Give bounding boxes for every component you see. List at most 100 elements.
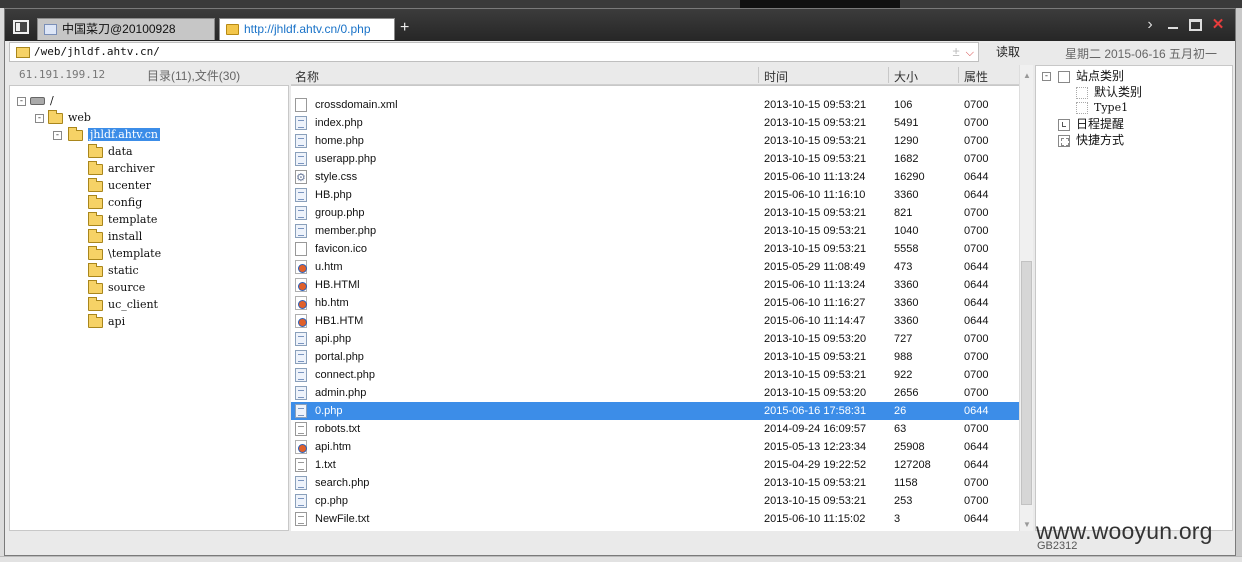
- file-row[interactable]: robots.txt 2014-09-24 16:09:57 63 0700: [291, 420, 1019, 438]
- collapse-toggle[interactable]: -: [53, 131, 62, 140]
- file-row[interactable]: api.htm 2015-05-13 12:23:34 25908 0644: [291, 438, 1019, 456]
- type1-node[interactable]: Type1: [1076, 100, 1128, 116]
- scroll-thumb[interactable]: [1021, 261, 1032, 505]
- file-row[interactable]: favicon.ico 2013-10-15 09:53:21 5558 0700: [291, 240, 1019, 258]
- file-row[interactable]: crossdomain.xml 2013-10-15 09:53:21 106 070…: [291, 96, 1019, 114]
- column-header-time[interactable]: 时间: [764, 68, 788, 85]
- tree-node-folder[interactable]: template: [88, 211, 157, 228]
- close-button[interactable]: ✕: [1211, 17, 1225, 32]
- tree-node-folder[interactable]: config: [88, 194, 142, 211]
- file-name: favicon.ico: [315, 243, 367, 255]
- read-button[interactable]: 读取: [985, 42, 1031, 62]
- file-row[interactable]: admin.php 2013-10-15 09:53:20 2656 0700: [291, 384, 1019, 402]
- tab-home[interactable]: 中国菜刀@20100928: [37, 18, 215, 40]
- tree-node-web[interactable]: web: [48, 109, 91, 126]
- file-row[interactable]: userapp.php 2013-10-15 09:53:21 1682 0700: [291, 150, 1019, 168]
- file-row[interactable]: HB1.HTM 2015-06-10 11:14:47 3360 0644: [291, 312, 1019, 330]
- collapse-toggle[interactable]: -: [17, 97, 26, 106]
- file-name: member.php: [315, 225, 377, 237]
- file-attr: 0644: [964, 189, 989, 201]
- chevron-down-icon[interactable]: ⌵: [966, 47, 974, 59]
- file-row[interactable]: api.php 2013-10-15 09:53:20 727 0700: [291, 330, 1019, 348]
- folder-icon: [88, 160, 103, 175]
- file-name: hb.htm: [315, 297, 349, 309]
- file-row[interactable]: home.php 2013-10-15 09:53:21 1290 0700: [291, 132, 1019, 150]
- file-row[interactable]: style.css 2015-06-10 11:13:24 16290 0644: [291, 168, 1019, 187]
- file-row[interactable]: HB.php 2015-06-10 11:16:10 3360 0644: [291, 186, 1019, 204]
- txt-file-icon: [295, 512, 307, 526]
- site-category-node[interactable]: 站点类别: [1058, 68, 1124, 84]
- file-row[interactable]: index.php 2013-10-15 09:53:21 5491 0700: [291, 114, 1019, 132]
- column-divider[interactable]: [888, 67, 889, 83]
- file-row[interactable]: cp.php 2013-10-15 09:53:21 253 0700: [291, 492, 1019, 510]
- tree-node-site[interactable]: jhldf.ahtv.cn: [68, 126, 160, 143]
- php-file-icon: [295, 152, 307, 166]
- minimize-button[interactable]: [1166, 18, 1180, 32]
- file-time: 2013-10-15 09:53:21: [764, 225, 867, 237]
- file-list-scrollbar[interactable]: ▲ ▼: [1019, 65, 1033, 531]
- file-row[interactable]: connect.php 2013-10-15 09:53:21 922 0700: [291, 366, 1019, 384]
- htm-file-icon: [295, 278, 307, 292]
- tree-node-folder[interactable]: ucenter: [88, 177, 151, 194]
- default-category-node[interactable]: 默认类别: [1076, 84, 1142, 100]
- column-divider[interactable]: [758, 67, 759, 83]
- file-row[interactable]: HB.HTMl 2015-06-10 11:13:24 3360 0644: [291, 276, 1019, 294]
- schedule-node[interactable]: 日程提醒: [1058, 116, 1124, 132]
- path-input[interactable]: /web/jhldf.ahtv.cn/ ± ⌵: [9, 42, 979, 62]
- tab-shell[interactable]: http://jhldf.ahtv.cn/0.php: [219, 18, 395, 40]
- file-row[interactable]: 1.txt 2015-04-29 19:22:52 127208 0644: [291, 456, 1019, 474]
- file-row[interactable]: 0.php 2015-06-16 17:58:31 26 0644: [291, 402, 1019, 420]
- file-row[interactable]: NewFile.txt 2015-06-10 11:15:02 3 0644: [291, 510, 1019, 528]
- schedule-label: 日程提醒: [1076, 117, 1125, 131]
- php-file-icon: [295, 116, 307, 130]
- file-row[interactable]: hb.htm 2015-06-10 11:16:27 3360 0644: [291, 294, 1019, 312]
- window-controls: › ✕: [1143, 17, 1225, 33]
- new-tab-button[interactable]: +: [400, 19, 409, 37]
- file-attr: 0700: [964, 387, 989, 399]
- file-row[interactable]: search.php 2013-10-15 09:53:21 1158 0700: [291, 474, 1019, 492]
- tree-node-folder[interactable]: \template: [88, 245, 162, 262]
- file-attr: 0644: [964, 459, 989, 471]
- file-time: 2013-10-15 09:53:20: [764, 333, 867, 345]
- shortcuts-node[interactable]: 快捷方式: [1058, 132, 1124, 148]
- tree-node-folder[interactable]: install: [88, 228, 142, 245]
- file-attr: 0644: [964, 405, 989, 417]
- file-row[interactable]: group.php 2013-10-15 09:53:21 821 0700: [291, 204, 1019, 222]
- tree-folder-label: \template: [108, 247, 162, 260]
- column-divider[interactable]: [958, 67, 959, 83]
- tree-node-folder[interactable]: source: [88, 279, 145, 296]
- file-name: HB.HTMl: [315, 279, 360, 291]
- app-menu-icon[interactable]: [13, 20, 29, 34]
- file-time: 2013-10-15 09:53:21: [764, 495, 867, 507]
- file-attr: 0700: [964, 99, 989, 111]
- file-size: 821: [894, 207, 913, 219]
- tree-web-label: web: [68, 111, 91, 124]
- collapse-toggle[interactable]: -: [1042, 72, 1051, 81]
- folder-icon: [88, 143, 103, 158]
- column-header-name[interactable]: 名称: [295, 68, 319, 85]
- tree-node-folder[interactable]: archiver: [88, 160, 155, 177]
- php-file-icon: [295, 494, 307, 508]
- file-row[interactable]: portal.php 2013-10-15 09:53:21 988 0700: [291, 348, 1019, 366]
- php-file-icon: [295, 404, 307, 418]
- scroll-up-icon[interactable]: ▲: [1022, 71, 1032, 80]
- file-row[interactable]: u.htm 2015-05-29 11:08:49 473 0644: [291, 258, 1019, 276]
- column-header-attr[interactable]: 属性: [964, 68, 988, 85]
- file-size: 3360: [894, 315, 919, 327]
- tree-node-folder[interactable]: data: [88, 143, 133, 160]
- tab-home-label: 中国菜刀@20100928: [62, 22, 176, 36]
- column-header-size[interactable]: 大小: [894, 68, 918, 85]
- scroll-down-icon[interactable]: ▼: [1022, 520, 1032, 529]
- tree-node-root[interactable]: /: [30, 93, 54, 109]
- file-row[interactable]: member.php 2013-10-15 09:53:21 1040 0700: [291, 222, 1019, 240]
- folder-icon: [88, 296, 103, 311]
- chevron-right-icon[interactable]: ›: [1143, 17, 1157, 33]
- tree-node-folder[interactable]: uc_client: [88, 296, 158, 313]
- collapse-toggle[interactable]: -: [35, 114, 44, 123]
- tree-node-folder[interactable]: api: [88, 313, 125, 330]
- file-size: 473: [894, 261, 913, 273]
- add-bookmark-icon[interactable]: ±: [953, 44, 960, 59]
- tree-node-folder[interactable]: static: [88, 262, 139, 279]
- folder-icon: [88, 262, 103, 277]
- maximize-button[interactable]: [1189, 19, 1202, 31]
